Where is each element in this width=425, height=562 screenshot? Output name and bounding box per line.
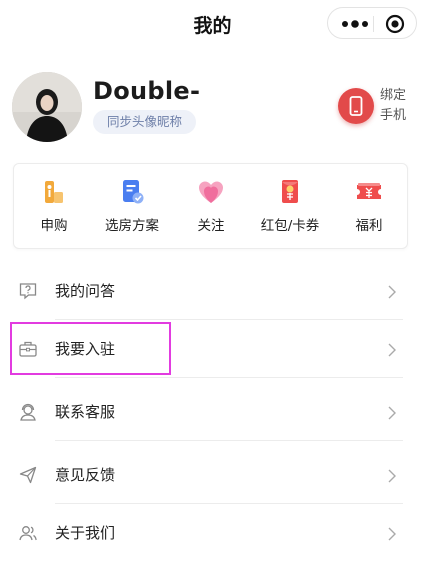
quick-actions-card: 申购 选房方案 关注 红包/卡券 福利 [13, 163, 408, 249]
menu-item-about-us[interactable]: 关于我们 [0, 503, 425, 562]
mini-program-capsule [327, 7, 417, 39]
menu-item-my-qa[interactable]: 我的问答 [0, 261, 425, 321]
bind-label-line2: 手机 [380, 108, 407, 123]
chevron-right-icon [388, 527, 396, 541]
quick-action-label: 关注 [197, 218, 225, 234]
close-circle-icon[interactable] [385, 14, 405, 34]
quick-action-subscribe[interactable]: 申购 [14, 178, 94, 234]
menu-item-label: 意见反馈 [55, 466, 116, 484]
bind-label-line1: 绑定 [380, 88, 407, 103]
quick-action-welfare[interactable]: 福利 [329, 178, 409, 234]
menu-item-customer-service[interactable]: 联系客服 [0, 382, 425, 442]
menu-item-label: 联系客服 [55, 403, 116, 421]
quick-action-follow[interactable]: 关注 [171, 178, 251, 234]
capsule-divider [373, 16, 374, 32]
quick-action-room-plan[interactable]: 选房方案 [92, 178, 172, 234]
customer-service-icon [20, 403, 36, 421]
more-dots-icon[interactable] [340, 17, 370, 31]
quick-action-label: 选房方案 [105, 218, 159, 234]
plan-document-icon [123, 180, 144, 204]
quick-action-red-envelope[interactable]: 红包/卡券 [250, 178, 330, 234]
chevron-right-icon [388, 406, 396, 420]
highlight-box [10, 322, 171, 375]
chevron-right-icon [388, 343, 396, 357]
menu-item-label: 我的问答 [55, 282, 116, 300]
question-icon [19, 283, 37, 300]
quick-action-label: 福利 [355, 218, 383, 234]
menu-item-label: 关于我们 [55, 524, 116, 542]
quick-action-label: 申购 [40, 218, 68, 234]
chevron-right-icon [388, 285, 396, 299]
top-bar: 我的 [0, 0, 425, 46]
bind-phone-button[interactable] [338, 88, 374, 124]
divider [55, 377, 403, 378]
quick-action-label: 红包/卡券 [260, 218, 320, 234]
send-feedback-icon [19, 466, 37, 484]
coupon-icon [357, 183, 381, 199]
menu-item-feedback[interactable]: 意见反馈 [0, 445, 425, 505]
avatar[interactable] [12, 72, 82, 142]
key-icon [45, 181, 63, 203]
bind-phone-label[interactable]: 绑定 手机 [380, 86, 414, 126]
heart-icon [199, 181, 223, 203]
divider [55, 440, 403, 441]
phone-icon [349, 96, 363, 116]
username: Double- [93, 77, 201, 105]
avatar-photo [12, 72, 82, 142]
red-envelope-icon [282, 180, 298, 203]
users-icon [19, 526, 37, 541]
chevron-right-icon [388, 469, 396, 483]
sync-avatar-nickname-button[interactable]: 同步头像昵称 [93, 110, 197, 134]
